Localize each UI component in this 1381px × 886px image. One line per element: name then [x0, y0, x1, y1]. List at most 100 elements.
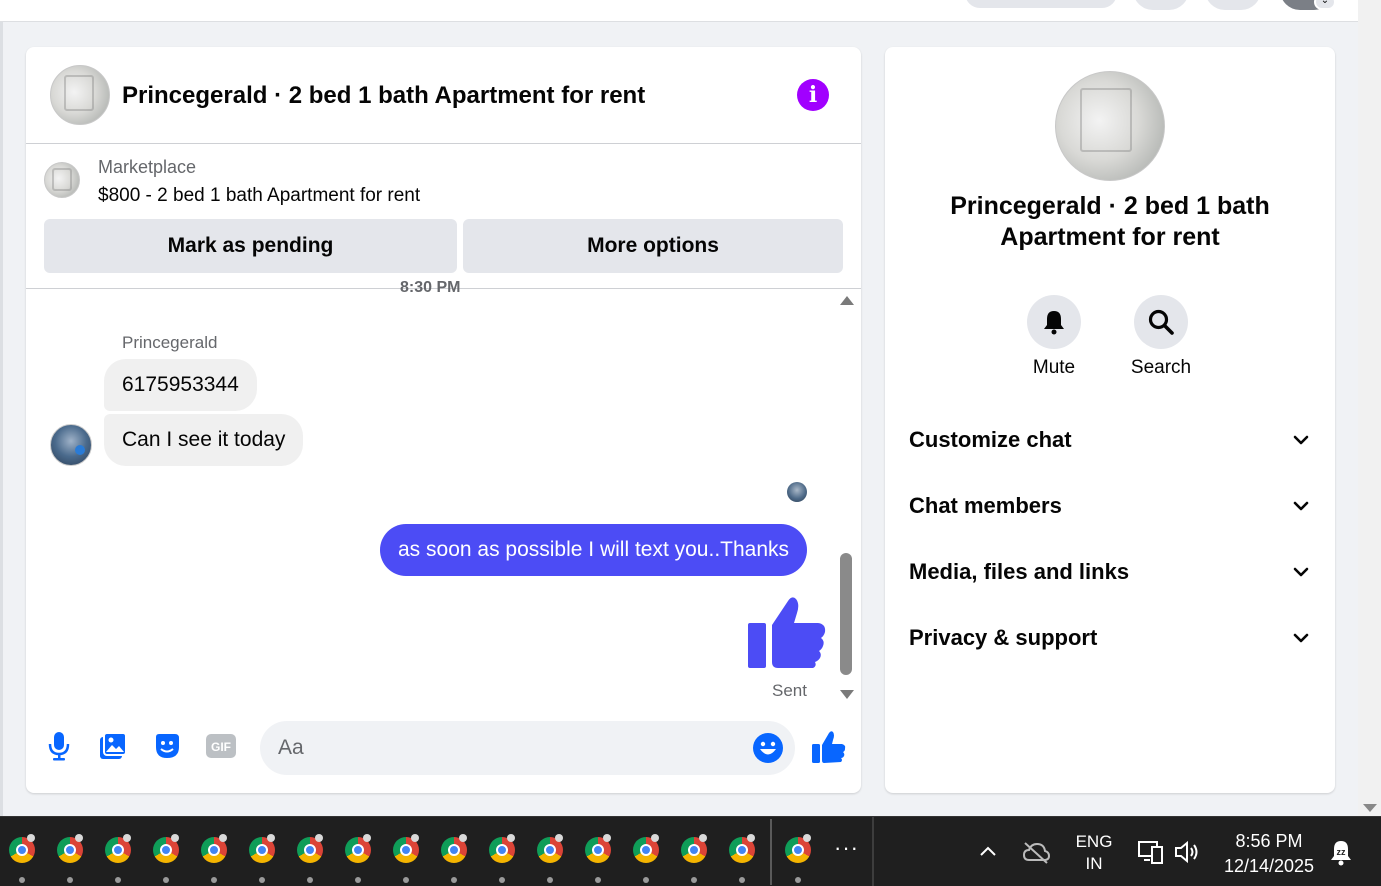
scroll-up-arrow-icon[interactable]: [840, 296, 854, 305]
running-indicator: [547, 877, 553, 883]
chrome-icon[interactable]: [681, 834, 707, 863]
search-action[interactable]: Search: [1116, 295, 1206, 379]
message-bubble-outgoing[interactable]: as soon as possible I will text you..Tha…: [380, 524, 808, 576]
running-indicator: [67, 877, 73, 883]
more-options-button[interactable]: More options: [463, 219, 843, 273]
running-indicator: [499, 877, 505, 883]
sent-status: Sent: [772, 681, 807, 700]
notifications-bell-icon[interactable]: zz: [1328, 839, 1354, 867]
conversation-photo[interactable]: [1055, 71, 1165, 181]
cloud-offline-icon[interactable]: [1022, 841, 1050, 865]
like-button-icon[interactable]: [810, 729, 846, 765]
chrome-icon[interactable]: [585, 834, 611, 863]
message-bubble-incoming[interactable]: 6175953344: [104, 359, 257, 411]
running-indicator: [307, 877, 313, 883]
running-indicator: [795, 877, 801, 883]
message-bubble-incoming[interactable]: Can I see it today: [104, 414, 304, 466]
running-indicator: [595, 877, 601, 883]
chrome-icon[interactable]: [441, 834, 467, 863]
left-edge: [0, 22, 3, 816]
taskbar-separator: [872, 817, 874, 886]
emoji-icon[interactable]: [752, 732, 784, 764]
chrome-icon[interactable]: [249, 834, 275, 863]
gif-icon[interactable]: GIF: [204, 729, 238, 763]
mute-button[interactable]: [1027, 295, 1081, 349]
clock-time: 8:56 PM: [1235, 831, 1303, 851]
section-media-files-links[interactable]: Media, files and links: [909, 552, 1311, 592]
chevron-down-icon: [1293, 633, 1309, 643]
chat-title[interactable]: Princegerald · 2 bed 1 bath Apartment fo…: [122, 82, 645, 110]
message-input-box[interactable]: [260, 721, 795, 775]
account-dropdown-icon[interactable]: ⌄: [1314, 0, 1336, 10]
site-header: ⌄: [0, 0, 1358, 22]
scroll-down-arrow-icon[interactable]: [1363, 804, 1377, 812]
chrome-icon[interactable]: [201, 834, 227, 863]
microphone-icon[interactable]: [42, 729, 76, 763]
gif-label: GIF: [211, 740, 231, 754]
running-indicator: [115, 877, 121, 883]
input-language[interactable]: ENG IN: [1072, 831, 1116, 875]
clock-date: 12/14/2025: [1223, 856, 1315, 876]
chrome-icon[interactable]: [393, 834, 419, 863]
chrome-icon[interactable]: [489, 834, 515, 863]
network-icon[interactable]: [1137, 839, 1165, 865]
scrollbar-thumb[interactable]: [840, 553, 852, 675]
thumbs-up-sticker-icon[interactable]: [748, 595, 826, 671]
chrome-icon[interactable]: [537, 834, 563, 863]
region-label: IN: [1085, 854, 1103, 873]
message-composer: GIF: [26, 715, 861, 785]
info-icon[interactable]: i: [797, 79, 829, 111]
clock[interactable]: 8:56 PM 12/14/2025: [1214, 829, 1324, 879]
show-hidden-icons-chevron-up-icon[interactable]: [978, 844, 998, 858]
contact-avatar[interactable]: [50, 424, 92, 466]
menu-button[interactable]: [1133, 0, 1189, 10]
chat-panel: Princegerald · 2 bed 1 bath Apartment fo…: [26, 47, 861, 793]
volume-icon[interactable]: [1173, 839, 1201, 865]
conversation-info-panel: Princegerald · 2 bed 1 bath Apartment fo…: [885, 47, 1335, 793]
taskbar-separator: [770, 819, 772, 885]
listing-avatar[interactable]: [50, 65, 110, 125]
search-button[interactable]: [1134, 295, 1188, 349]
taskbar-overflow-button[interactable]: ···: [834, 835, 859, 861]
header-search-pill[interactable]: [965, 0, 1117, 8]
chat-scrollbar[interactable]: [836, 291, 858, 705]
message-input[interactable]: [278, 721, 738, 775]
section-label: Customize chat: [909, 427, 1072, 452]
mark-as-pending-button[interactable]: Mark as pending: [44, 219, 457, 273]
listing-card: Marketplace $800 - 2 bed 1 bath Apartmen…: [26, 145, 861, 289]
listing-source: Marketplace: [98, 157, 197, 177]
chrome-icon[interactable]: [297, 834, 323, 863]
chrome-icon[interactable]: [633, 834, 659, 863]
mute-action[interactable]: Mute: [1009, 295, 1099, 379]
search-icon: [1148, 309, 1174, 335]
chat-header: Princegerald · 2 bed 1 bath Apartment fo…: [26, 47, 861, 144]
listing-title[interactable]: $800 - 2 bed 1 bath Apartment for rent: [98, 185, 420, 207]
running-indicator: [739, 877, 745, 883]
section-customize-chat[interactable]: Customize chat: [909, 420, 1311, 460]
chrome-icon[interactable]: [153, 834, 179, 863]
listing-thumbnail[interactable]: [44, 162, 80, 198]
section-label: Chat members: [909, 493, 1062, 518]
bell-icon: [1044, 311, 1064, 335]
conversation-title: Princegerald · 2 bed 1 bath Apartment fo…: [950, 192, 1270, 251]
section-label: Media, files and links: [909, 559, 1130, 584]
scroll-down-arrow-icon[interactable]: [840, 690, 854, 699]
running-indicator: [403, 877, 409, 883]
search-label: Search: [1130, 357, 1192, 378]
chrome-icon[interactable]: [729, 834, 755, 863]
section-chat-members[interactable]: Chat members: [909, 486, 1311, 526]
mute-label: Mute: [1032, 357, 1076, 378]
notifications-button[interactable]: [1205, 0, 1261, 10]
chrome-icon[interactable]: [785, 834, 811, 863]
photo-icon[interactable]: [96, 729, 130, 763]
chrome-icon[interactable]: [57, 834, 83, 863]
chrome-icon[interactable]: [345, 834, 371, 863]
window-scrollbar[interactable]: [1358, 0, 1381, 816]
seen-by-avatar: [787, 482, 807, 502]
chrome-icon[interactable]: [9, 834, 35, 863]
section-privacy-support[interactable]: Privacy & support: [909, 618, 1311, 658]
chrome-icon[interactable]: [105, 834, 131, 863]
sticker-icon[interactable]: [150, 729, 184, 763]
section-label: Privacy & support: [909, 625, 1098, 650]
svg-text:zz: zz: [1337, 847, 1347, 857]
